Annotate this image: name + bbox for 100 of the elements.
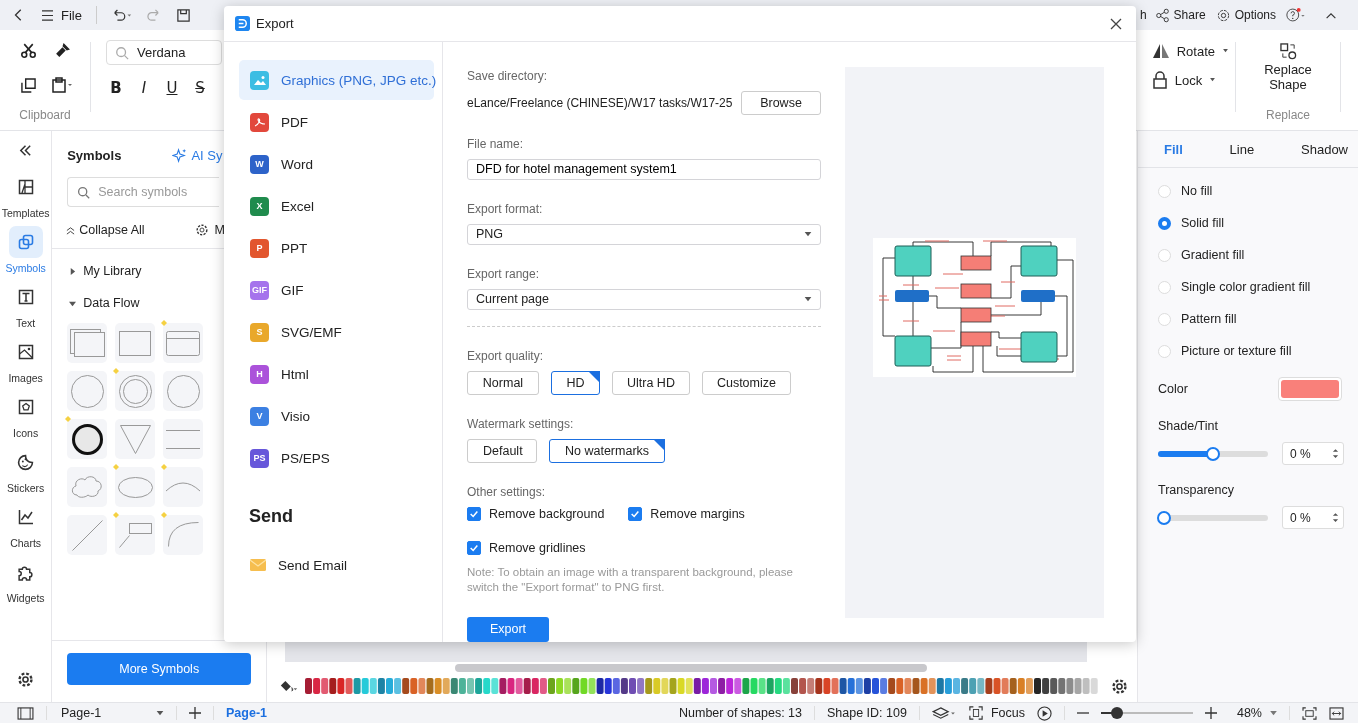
quality-option[interactable]: Ultra HD: [612, 370, 690, 395]
toolbar-label[interactable]: h: [1139, 8, 1147, 22]
checkbox[interactable]: [467, 506, 481, 521]
radio-button[interactable]: [1158, 216, 1171, 230]
option-label[interactable]: Solid fill: [1181, 216, 1225, 230]
panel-tab[interactable]: Fill: [1164, 141, 1183, 157]
share-button[interactable]: Share: [1154, 7, 1206, 23]
format-item[interactable]: PS PS/EPS: [239, 438, 434, 478]
shape-tile[interactable]: [67, 467, 108, 507]
number-field[interactable]: 0 %: [1282, 506, 1344, 529]
dropdown[interactable]: Current page: [467, 288, 821, 310]
color-palette-drawing[interactable]: [305, 678, 1099, 694]
shape-tile[interactable]: [67, 419, 108, 459]
option-label[interactable]: Picture or texture fill: [1181, 344, 1292, 358]
settings-icon[interactable]: [17, 671, 35, 688]
scrollbar-thumb[interactable]: [455, 664, 928, 672]
checkbox[interactable]: [628, 506, 643, 521]
sidebar-item[interactable]: Charts: [8, 501, 43, 549]
copy-icon[interactable]: [20, 77, 36, 93]
lock-button[interactable]: Lock: [1151, 71, 1229, 89]
checkbox[interactable]: [467, 540, 481, 555]
save-icon[interactable]: [175, 7, 191, 23]
paste-icon[interactable]: [51, 77, 73, 93]
option-label[interactable]: Pattern fill: [1181, 312, 1237, 326]
shape-tile[interactable]: [163, 467, 204, 507]
watermark-option[interactable]: Default: [467, 438, 537, 463]
fit-page-icon[interactable]: [1302, 706, 1317, 720]
browse-button[interactable]: Browse: [741, 91, 821, 115]
file-menu[interactable]: File: [40, 7, 82, 23]
scissors-icon[interactable]: [19, 42, 37, 59]
format-item[interactable]: PDF: [239, 102, 434, 142]
option-label[interactable]: Single color gradient fill: [1181, 280, 1311, 294]
shape-tile[interactable]: [115, 323, 156, 363]
library-group[interactable]: Data Flow: [67, 293, 140, 313]
quality-option[interactable]: Normal: [467, 370, 539, 395]
more-symbols-button[interactable]: More Symbols: [67, 653, 252, 685]
dropdown[interactable]: PNG: [467, 223, 821, 245]
rotate-button[interactable]: Rotate: [1151, 43, 1229, 59]
sidebar-item[interactable]: Text: [8, 281, 43, 329]
format-item[interactable]: H Html: [239, 354, 434, 394]
shape-tile[interactable]: [115, 419, 156, 459]
page-selector[interactable]: Page-1: [59, 706, 164, 720]
collapse-ribbon-icon[interactable]: [1324, 10, 1338, 20]
search-field[interactable]: Search symbols: [67, 177, 220, 207]
focus-button[interactable]: Focus: [968, 706, 1025, 720]
shape-tile[interactable]: [67, 323, 108, 363]
format-item[interactable]: Graphics (PNG, JPG etc.): [239, 60, 434, 100]
add-page-icon[interactable]: [189, 707, 201, 719]
format-item[interactable]: V Visio: [239, 396, 434, 436]
manage-button[interactable]: M: [194, 223, 225, 237]
text-format-button[interactable]: S: [193, 79, 207, 97]
font-field[interactable]: Verdana: [106, 40, 222, 65]
shape-tile[interactable]: [163, 371, 204, 411]
color-swatch[interactable]: [1281, 380, 1339, 398]
send-email-item[interactable]: Send Email: [239, 545, 434, 585]
shape-tile[interactable]: [163, 515, 204, 555]
quality-option[interactable]: Customize: [701, 370, 791, 395]
settings-icon[interactable]: [1111, 677, 1128, 695]
collapse-panel-icon[interactable]: [18, 143, 34, 158]
panel-tab[interactable]: Shadow: [1301, 141, 1348, 157]
quality-option[interactable]: HD: [551, 370, 600, 395]
spinner-arrows-icon[interactable]: [1332, 447, 1339, 460]
shape-tile[interactable]: [163, 323, 204, 363]
sidebar-item[interactable]: Icons: [8, 391, 43, 439]
sidebar-item[interactable]: Stickers: [6, 446, 45, 494]
fit-width-icon[interactable]: [1329, 706, 1344, 720]
shape-tile[interactable]: [67, 371, 108, 411]
spinner-arrows-icon[interactable]: [1332, 511, 1339, 524]
fill-bucket-icon[interactable]: [279, 678, 300, 694]
layers-icon[interactable]: [931, 705, 957, 721]
library-group[interactable]: My Library: [67, 261, 142, 281]
file-name-field[interactable]: DFD for hotel management system1: [467, 159, 821, 180]
sidebar-item[interactable]: Widgets: [6, 556, 45, 604]
play-icon[interactable]: [1036, 705, 1052, 721]
shape-tile[interactable]: [115, 467, 156, 507]
format-painter-icon[interactable]: [53, 42, 71, 59]
option-label[interactable]: No fill: [1181, 184, 1213, 198]
zoom-slider[interactable]: [1100, 707, 1193, 719]
checkbox-label[interactable]: Remove gridlines: [489, 540, 586, 555]
zoom-in-icon[interactable]: [1204, 707, 1217, 719]
shape-tile[interactable]: [115, 371, 156, 411]
panel-tab[interactable]: Line: [1229, 141, 1255, 157]
slider[interactable]: [1158, 446, 1268, 461]
text-format-button[interactable]: B: [109, 79, 123, 97]
format-item[interactable]: P PPT: [239, 228, 434, 268]
text-format-button[interactable]: I: [137, 79, 151, 97]
shape-tile[interactable]: [115, 515, 156, 555]
checkbox-label[interactable]: Remove background: [489, 506, 605, 521]
watermark-option[interactable]: No watermarks: [549, 438, 666, 463]
text-format-button[interactable]: U: [165, 79, 179, 97]
page-tab[interactable]: Page-1: [226, 706, 267, 720]
format-item[interactable]: W Word: [239, 144, 434, 184]
options-button[interactable]: Options: [1215, 7, 1276, 23]
format-item[interactable]: GIF GIF: [239, 270, 434, 310]
shape-tile[interactable]: [67, 515, 108, 555]
format-item[interactable]: S SVG/EMF: [239, 312, 434, 352]
shape-tile[interactable]: [163, 419, 204, 459]
slider[interactable]: [1158, 510, 1268, 525]
close-icon[interactable]: [1110, 17, 1122, 30]
replace-shape-button[interactable]: Replace Shape: [1258, 43, 1318, 92]
